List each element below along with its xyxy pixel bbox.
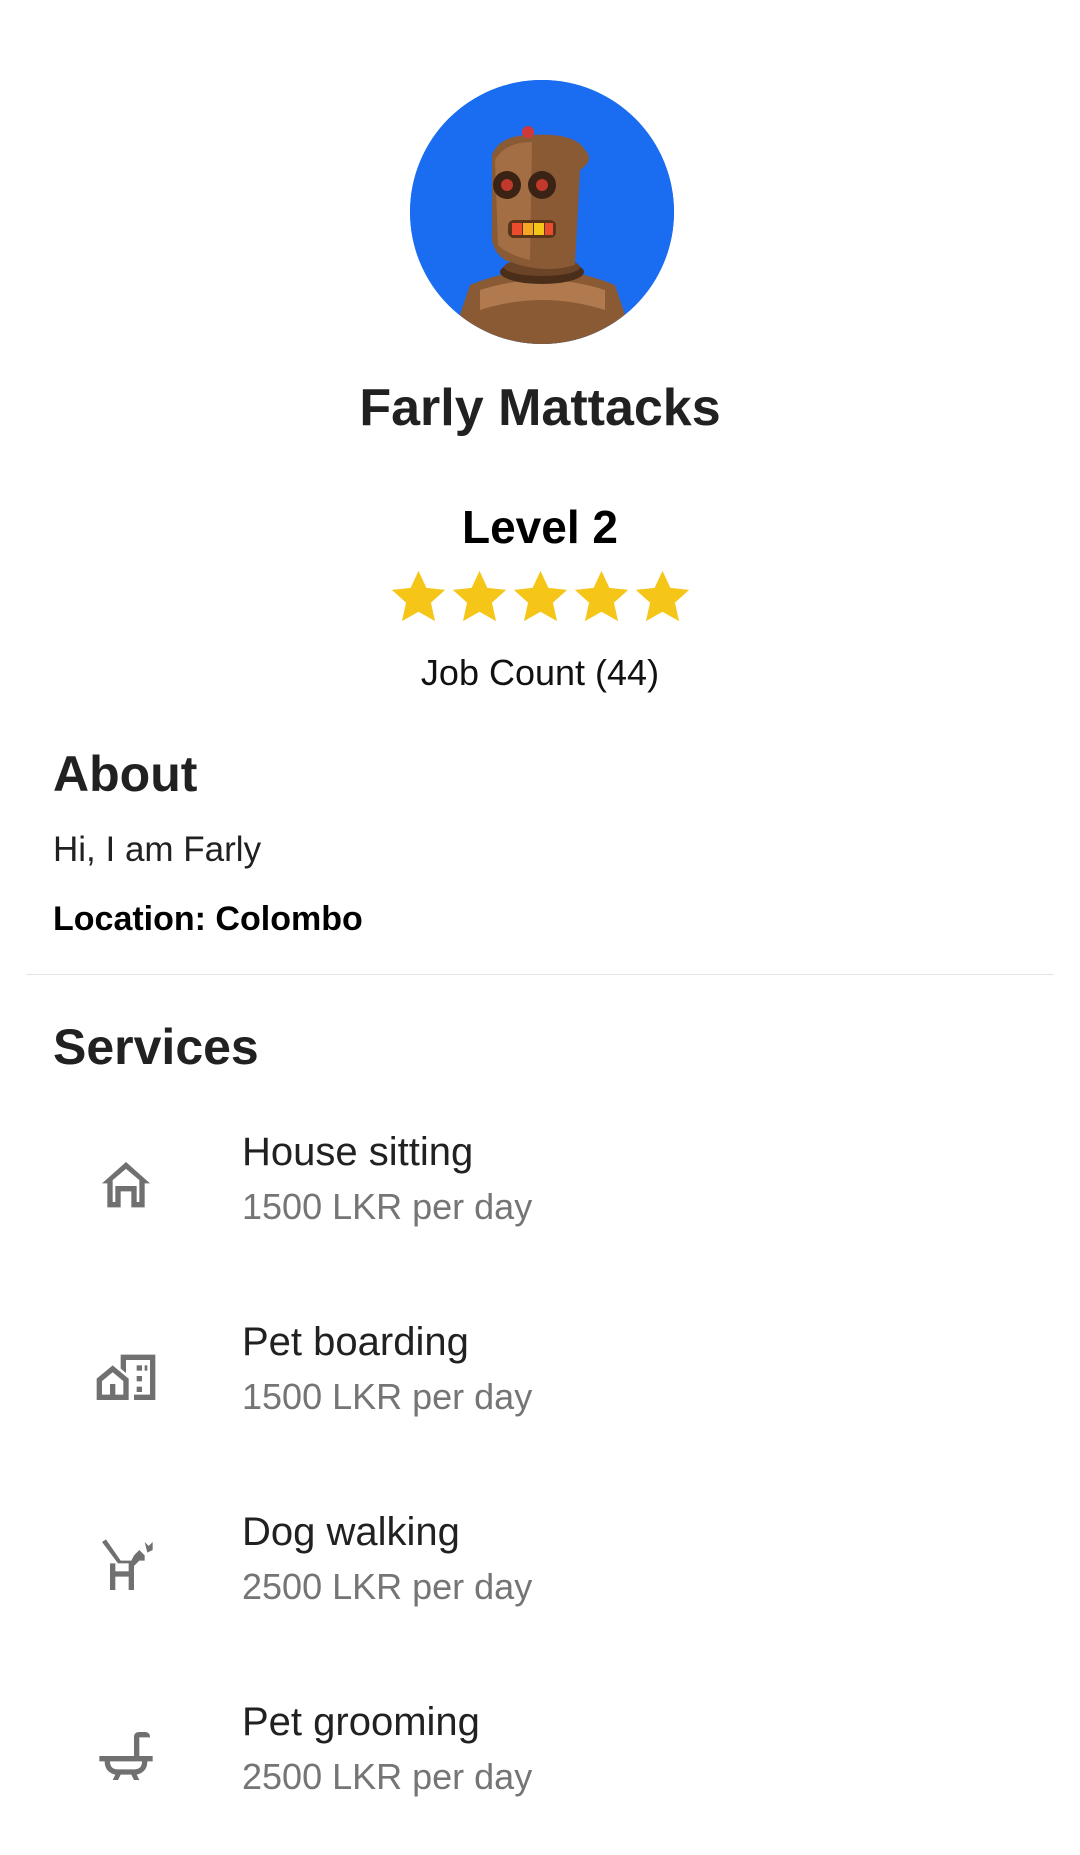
star-icon bbox=[574, 570, 628, 622]
star-icon bbox=[452, 570, 506, 622]
service-item-house-sitting[interactable]: House sitting 1500 LKR per day bbox=[0, 1120, 1080, 1310]
profile-name: Farly Mattacks bbox=[359, 379, 721, 437]
star-icon bbox=[391, 570, 445, 622]
service-item-dog-walking[interactable]: Dog walking 2500 LKR per day bbox=[0, 1500, 1080, 1690]
service-title: Dog walking bbox=[242, 1510, 460, 1554]
house-icon bbox=[94, 1154, 158, 1218]
service-item-pet-grooming[interactable]: Pet grooming 2500 LKR per day bbox=[0, 1690, 1080, 1855]
divider bbox=[26, 974, 1054, 975]
location-text: Location: Colombo bbox=[53, 900, 363, 938]
service-price: 1500 LKR per day bbox=[242, 1376, 533, 1417]
bio-text: Hi, I am Farly bbox=[53, 830, 262, 869]
service-title: House sitting bbox=[242, 1130, 474, 1174]
services-heading: Services bbox=[53, 1019, 259, 1075]
robot-avatar-image bbox=[410, 80, 674, 344]
bathtub-icon bbox=[94, 1724, 158, 1788]
service-title: Pet boarding bbox=[242, 1320, 469, 1364]
service-title: Pet grooming bbox=[242, 1700, 480, 1744]
rating-stars bbox=[0, 567, 1080, 628]
service-price: 2500 LKR per day bbox=[242, 1566, 533, 1607]
service-list: House sitting 1500 LKR per day Pet board… bbox=[0, 1120, 1080, 1855]
dog-icon bbox=[94, 1534, 158, 1598]
boarding-building-icon bbox=[94, 1344, 158, 1408]
avatar bbox=[410, 80, 674, 344]
service-price: 1500 LKR per day bbox=[242, 1186, 533, 1227]
service-item-pet-boarding[interactable]: Pet boarding 1500 LKR per day bbox=[0, 1310, 1080, 1500]
job-count: Job Count (44) bbox=[420, 652, 660, 693]
level-label: Level 2 bbox=[462, 501, 618, 553]
star-icon bbox=[513, 570, 567, 622]
about-heading: About bbox=[53, 746, 198, 802]
star-icon bbox=[635, 570, 689, 622]
service-price: 2500 LKR per day bbox=[242, 1756, 533, 1797]
profile-page: Farly Mattacks Level 2 Job Count (44) Ab… bbox=[0, 0, 1080, 1855]
